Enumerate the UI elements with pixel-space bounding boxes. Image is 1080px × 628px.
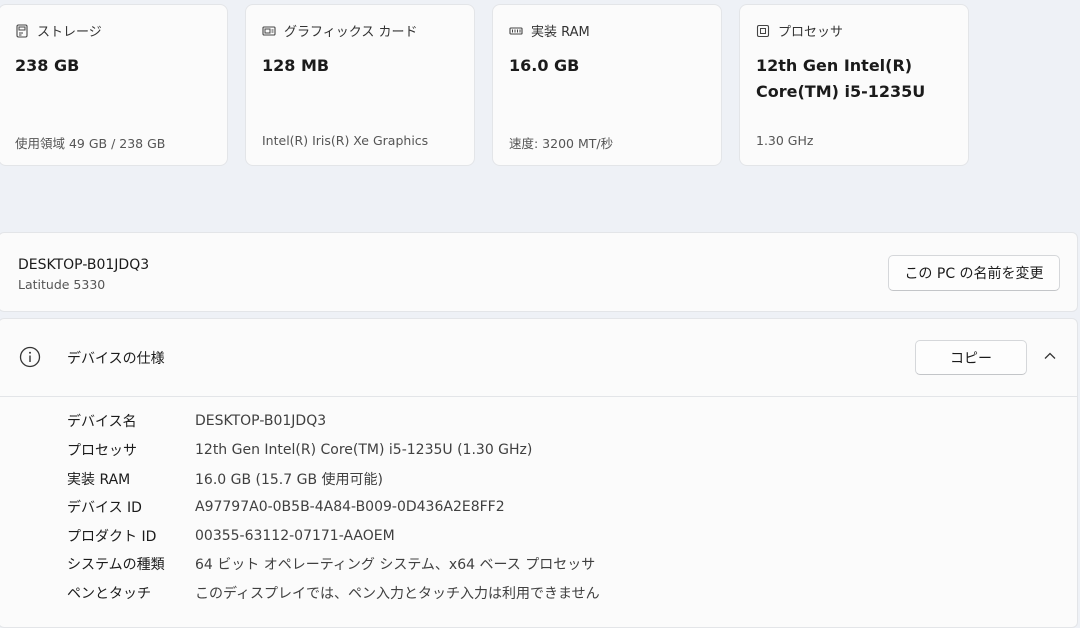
device-name-panel: DESKTOP-B01JDQ3 Latitude 5330 この PC の名前を… xyxy=(0,232,1078,312)
spec-row-product-id: プロダクト ID 00355-63112-07171-AAOEM xyxy=(0,522,1077,550)
processor-card-value: 12th Gen Intel(R) Core(TM) i5-1235U xyxy=(756,56,926,101)
storage-card-title: ストレージ xyxy=(37,25,102,40)
processor-card-header: プロセッサ xyxy=(756,21,843,40)
device-name: DESKTOP-B01JDQ3 xyxy=(18,257,150,273)
spec-row-system-type: システムの種類 64 ビット オペレーティング システム、x64 ベース プロセ… xyxy=(0,550,1077,578)
device-specs-header[interactable]: デバイスの仕様 コピー xyxy=(0,319,1077,397)
spec-key: デバイス名 xyxy=(67,414,137,430)
spec-row-device-id: デバイス ID A97797A0-0B5B-4A84-B009-0D436A2E… xyxy=(0,493,1077,521)
device-model: Latitude 5330 xyxy=(18,277,106,292)
storage-card: ストレージ 238 GB 使用領域 49 GB / 238 GB xyxy=(0,4,228,166)
spec-value: 12th Gen Intel(R) Core(TM) i5-1235U (1.3… xyxy=(195,442,533,458)
spec-value: 16.0 GB (15.7 GB 使用可能) xyxy=(195,472,383,488)
spec-key: 実装 RAM xyxy=(67,472,131,488)
processor-card-sub: 1.30 GHz xyxy=(756,133,814,148)
device-specs-panel: デバイスの仕様 コピー デバイス名 DESKTOP-B01JDQ3 プロセッサ … xyxy=(0,318,1078,628)
ram-icon xyxy=(509,26,523,35)
processor-card: プロセッサ 12th Gen Intel(R) Core(TM) i5-1235… xyxy=(739,4,969,166)
device-specs-title: デバイスの仕様 xyxy=(67,351,165,367)
processor-icon xyxy=(756,24,770,37)
processor-card-title: プロセッサ xyxy=(778,25,844,40)
spec-value: 00355-63112-07171-AAOEM xyxy=(195,528,395,544)
spec-value: DESKTOP-B01JDQ3 xyxy=(195,413,327,429)
graphics-card-icon xyxy=(262,25,276,36)
spec-row-processor: プロセッサ 12th Gen Intel(R) Core(TM) i5-1235… xyxy=(0,436,1077,464)
storage-card-value: 238 GB xyxy=(15,56,80,75)
ram-card-value: 16.0 GB xyxy=(509,56,580,75)
spec-key: デバイス ID xyxy=(67,500,142,516)
spec-value: 64 ビット オペレーティング システム、x64 ベース プロセッサ xyxy=(195,557,596,573)
graphics-card-title: グラフィックス カード xyxy=(284,25,418,40)
copy-button[interactable]: コピー xyxy=(915,340,1027,375)
ram-card-sub: 速度: 3200 MT/秒 xyxy=(509,136,614,151)
storage-card-header: ストレージ xyxy=(15,21,102,40)
spec-key: プロセッサ xyxy=(67,443,137,459)
spec-key: ペンとタッチ xyxy=(67,586,151,602)
spec-value: A97797A0-0B5B-4A84-B009-0D436A2E8FF2 xyxy=(195,499,505,515)
graphics-card-value: 128 MB xyxy=(262,56,330,75)
graphics-card: グラフィックス カード 128 MB Intel(R) Iris(R) Xe G… xyxy=(245,4,475,166)
rename-pc-button[interactable]: この PC の名前を変更 xyxy=(888,255,1060,291)
spec-key: プロダクト ID xyxy=(67,529,157,545)
ram-card: 実装 RAM 16.0 GB 速度: 3200 MT/秒 xyxy=(492,4,722,166)
graphics-card-header: グラフィックス カード xyxy=(262,21,417,40)
graphics-card-sub: Intel(R) Iris(R) Xe Graphics xyxy=(262,133,429,148)
ram-card-header: 実装 RAM xyxy=(509,21,590,40)
storage-icon xyxy=(16,23,28,38)
ram-card-title: 実装 RAM xyxy=(531,25,590,40)
info-icon xyxy=(19,346,41,368)
spec-key: システムの種類 xyxy=(67,557,165,573)
spec-row-pen-touch: ペンとタッチ このディスプレイでは、ペン入力とタッチ入力は利用できません xyxy=(0,579,1077,607)
chevron-up-icon[interactable] xyxy=(1043,349,1057,363)
storage-card-sub: 使用領域 49 GB / 238 GB xyxy=(15,136,166,151)
spec-value: このディスプレイでは、ペン入力とタッチ入力は利用できません xyxy=(195,586,600,602)
spec-row-device-name: デバイス名 DESKTOP-B01JDQ3 xyxy=(0,407,1077,435)
spec-row-ram: 実装 RAM 16.0 GB (15.7 GB 使用可能) xyxy=(0,465,1077,493)
